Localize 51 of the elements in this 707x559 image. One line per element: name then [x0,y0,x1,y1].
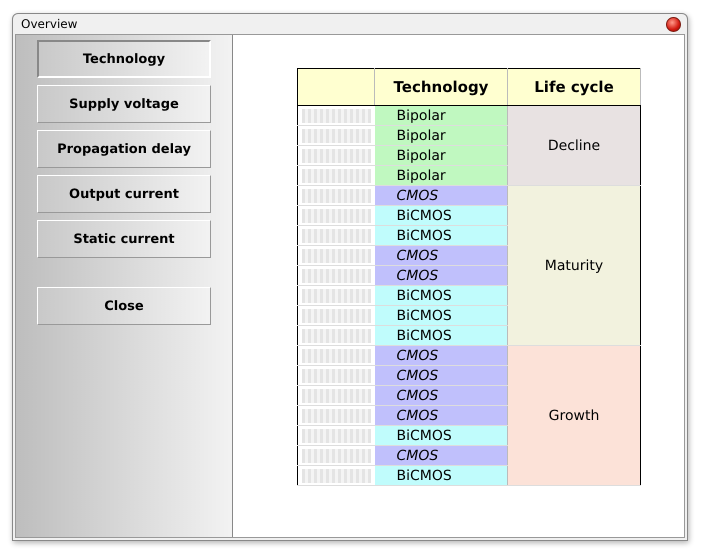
blurred-label-placeholder [302,308,370,322]
nav-button[interactable]: Supply voltage [37,85,211,123]
technology-cell: CMOS [374,446,508,466]
nav-button[interactable]: Static current [37,220,211,258]
life-cycle-cell: Growth [508,346,640,486]
technology-cell: BiCMOS [374,206,508,226]
technology-cell: BiCMOS [374,286,508,306]
technology-cell: BiCMOS [374,326,508,346]
blurred-label-placeholder [302,248,370,262]
technology-cell: CMOS [374,266,508,286]
close-icon[interactable] [666,16,681,32]
technology-cell: Bipolar [374,106,508,126]
blurred-label-placeholder [302,228,370,242]
nav-button[interactable]: Technology [37,40,211,78]
blurred-label-placeholder [302,468,370,482]
technology-cell: BiCMOS [374,466,508,486]
blurred-label-placeholder [302,448,370,462]
window-title: Overview [21,17,78,31]
blurred-label-placeholder [302,268,370,282]
blurred-label-placeholder [302,188,370,202]
blurred-label-placeholder [302,168,370,182]
technology-cell: CMOS [374,186,508,206]
life-cycle-cell: Decline [508,106,640,186]
technology-cell: BiCMOS [374,426,508,446]
technology-cell: BiCMOS [374,226,508,246]
technology-cell: Bipolar [374,126,508,146]
close-button[interactable]: Close [37,287,211,325]
column-header: Technology [374,68,508,106]
technology-cell: CMOS [374,346,508,366]
technology-cell: CMOS [374,246,508,266]
nav-button[interactable]: Output current [37,175,211,213]
blurred-label-placeholder [302,128,370,142]
blurred-label-placeholder [302,388,370,402]
technology-cell: Bipolar [374,166,508,186]
technology-cell: CMOS [374,366,508,386]
life-cycle-cell: Maturity [508,186,640,346]
nav-button[interactable]: Propagation delay [37,130,211,168]
technology-cell: CMOS [374,406,508,426]
blurred-label-placeholder [302,408,370,422]
blurred-label-placeholder [302,368,370,382]
blurred-label-placeholder [302,428,370,442]
technology-cell: BiCMOS [374,306,508,326]
blurred-label-placeholder [302,348,370,362]
technology-cell: CMOS [374,386,508,406]
blurred-label-placeholder [302,288,370,302]
blurred-label-placeholder [302,148,370,162]
blurred-label-placeholder [302,108,370,122]
blurred-label-placeholder [302,328,370,342]
technology-cell: Bipolar [374,146,508,166]
blurred-label-placeholder [302,208,370,222]
column-header: Life cycle [508,68,640,106]
